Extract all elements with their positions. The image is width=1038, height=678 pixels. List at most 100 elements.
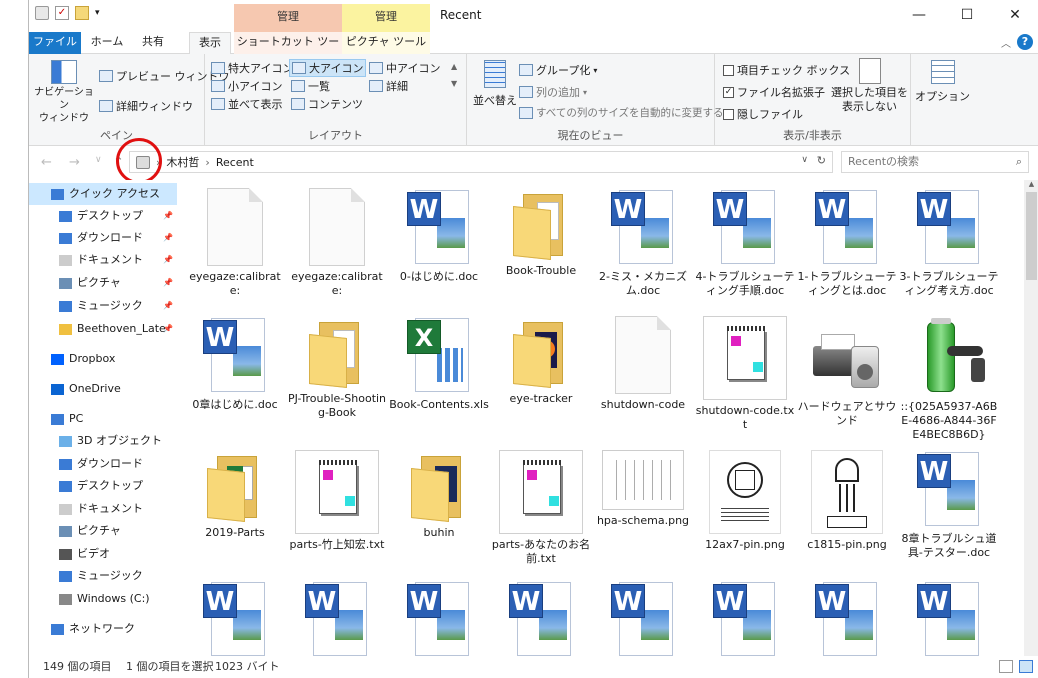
pin-icon[interactable]: 📌 [163,249,173,271]
tab-file[interactable]: ファイル [29,32,81,54]
file-item[interactable]: W 3-トラブルシューティング考え方.doc [899,188,999,298]
pin-icon[interactable]: 📌 [163,227,173,249]
breadcrumb-recent[interactable]: Recent [216,156,254,169]
pin-icon[interactable]: 📌 [163,272,173,294]
refresh-icon[interactable]: ↻ [817,154,826,167]
file-item[interactable]: ::{025A5937-A6BE-4686-A844-36FE4BEC8B6D} [899,316,999,442]
address-dropdown-icon[interactable]: ∨ [801,155,808,165]
nav-desktop[interactable]: デスクトップ [29,475,177,497]
forward-icon[interactable]: → [69,155,80,170]
pin-icon[interactable]: 📌 [163,205,173,227]
vertical-scrollbar[interactable]: ▲ [1024,180,1038,656]
file-item[interactable]: ハードウェアとサウンド [797,316,897,428]
help-icon[interactable]: ? [1017,34,1033,50]
nav-pc[interactable]: PC [29,408,177,430]
nav-onedrive[interactable]: OneDrive [29,378,177,400]
new-folder-icon[interactable] [75,6,89,20]
file-item[interactable]: 12ax7-pin.png [695,450,795,552]
collapse-ribbon-icon[interactable]: ︿ [1001,35,1011,50]
nav-qa-desktop[interactable]: デスクトップ 📌 [29,205,177,227]
pin-icon[interactable]: 📌 [163,318,173,340]
customize-qat-icon[interactable]: ▾ [95,6,109,20]
properties-icon[interactable]: ✓ [55,6,69,20]
file-item[interactable]: hpa-schema.png [593,450,693,528]
recent-locations-icon[interactable]: ∨ [95,155,102,165]
layout-tiles[interactable]: 並べて表示 [211,96,283,112]
navigation-pane-button[interactable]: ナビゲーション ウィンドウ [33,60,95,125]
file-item[interactable]: W 2-ミス・メカニズム.doc [593,188,693,298]
file-item[interactable]: buhin [389,450,489,540]
file-item[interactable]: W [491,580,591,656]
file-item[interactable]: W [695,580,795,656]
address-bar[interactable]: › 木村哲 › Recent ∨ ↻ [129,151,833,173]
hidden-files-checkbox[interactable] [723,108,734,120]
file-item[interactable]: W 4-トラブルシューティング手順.doc [695,188,795,298]
file-ext-checkbox[interactable]: ✓ [723,86,734,98]
nav-dropbox[interactable]: Dropbox [29,348,177,370]
pin-icon[interactable]: 📌 [163,295,173,317]
layout-small-icons[interactable]: 小アイコン [211,78,282,94]
layout-list[interactable]: 一覧 [291,78,330,94]
large-icons-view-icon[interactable] [1019,660,1033,673]
fit-columns-button[interactable]: すべての列のサイズを自動的に変更する [519,105,724,120]
details-pane-button[interactable]: 詳細ウィンドウ [99,98,193,114]
file-item[interactable]: W [185,580,285,656]
file-item[interactable]: eyegaze:calibrate: [185,188,285,298]
file-item[interactable]: W [389,580,489,656]
file-item[interactable]: shutdown-code [593,316,693,412]
nav-qa-music[interactable]: ミュージック 📌 [29,295,177,317]
file-item[interactable]: X Book-Contents.xls [389,316,489,412]
minimize-button[interactable]: — [895,0,943,32]
nav-qa-documents[interactable]: ドキュメント 📌 [29,249,177,271]
search-box[interactable]: Recentの検索 ⌕ [841,151,1029,173]
scroll-thumb[interactable] [1026,192,1037,280]
sort-button[interactable]: 並べ替え [473,60,517,108]
file-item[interactable]: W 8章トラブルシュ道具-テスター.doc [899,450,999,560]
file-item[interactable]: parts-竹上知宏.txt [287,450,387,552]
file-item[interactable]: W 0章はじめに.doc [185,316,285,412]
file-item[interactable]: parts-あなたのお名前.txt [491,450,591,566]
file-item[interactable]: W [797,580,897,656]
hidden-files-option[interactable]: 隠しファイル [723,106,803,122]
file-item[interactable]: W [287,580,387,656]
add-column-button[interactable]: 列の追加 ▾ [519,84,587,100]
layout-details[interactable]: 詳細 [369,78,408,94]
file-item[interactable]: c1815-pin.png [797,450,897,552]
file-item[interactable]: Book-Trouble [491,188,591,278]
scroll-up-arrow-icon[interactable]: ▲ [1024,180,1038,188]
back-icon[interactable]: ← [41,155,52,170]
nav-windows-c[interactable]: Windows (C:) [29,588,177,610]
nav-downloads[interactable]: ダウンロード [29,453,177,475]
hide-selected-button[interactable]: 選択した項目を 表示しない [831,58,908,114]
file-item[interactable]: eye-tracker [491,316,591,406]
close-button[interactable]: ✕ [991,0,1038,32]
layout-content[interactable]: コンテンツ [291,96,363,112]
tab-shortcut-tools[interactable]: ショートカット ツール [234,32,342,68]
nav-3d-objects[interactable]: 3D オブジェクト [29,430,177,452]
nav-pictures[interactable]: ピクチャ [29,520,177,542]
nav-qa-pictures[interactable]: ピクチャ 📌 [29,272,177,294]
nav-documents[interactable]: ドキュメント [29,498,177,520]
nav-network[interactable]: ネットワーク [29,618,177,640]
file-item[interactable]: W 0-はじめに.doc [389,188,489,284]
file-item[interactable]: eyegaze:calibrate: [287,188,387,298]
nav-videos[interactable]: ビデオ [29,543,177,565]
maximize-button[interactable]: ☐ [943,0,991,32]
file-item[interactable]: W [593,580,693,656]
layout-xl-icons[interactable]: 特大アイコン [211,60,293,76]
tab-picture-tools[interactable]: ピクチャ ツール [342,32,430,54]
file-item[interactable]: 2019-Parts [185,450,285,540]
options-button[interactable]: オプション [915,60,970,104]
file-item[interactable]: W 1-トラブルシューティングとは.doc [797,188,897,298]
layout-scroll[interactable]: ▲ ▼ [451,62,457,88]
item-checkbox[interactable] [723,64,734,76]
group-by-button[interactable]: グループ化 ▾ [519,62,597,78]
tab-view[interactable]: 表示 [189,32,231,55]
layout-medium-icons[interactable]: 中アイコン [369,60,440,76]
file-item[interactable]: PJ-Trouble-Shooting-Book [287,316,387,420]
file-item[interactable]: W [899,580,999,656]
nav-qa-beethoven[interactable]: Beethoven_Late 📌 [29,318,177,340]
breadcrumb-user[interactable]: 木村哲 [166,154,199,170]
file-ext-option[interactable]: ✓ ファイル名拡張子 [723,84,825,100]
details-view-icon[interactable] [999,660,1013,673]
